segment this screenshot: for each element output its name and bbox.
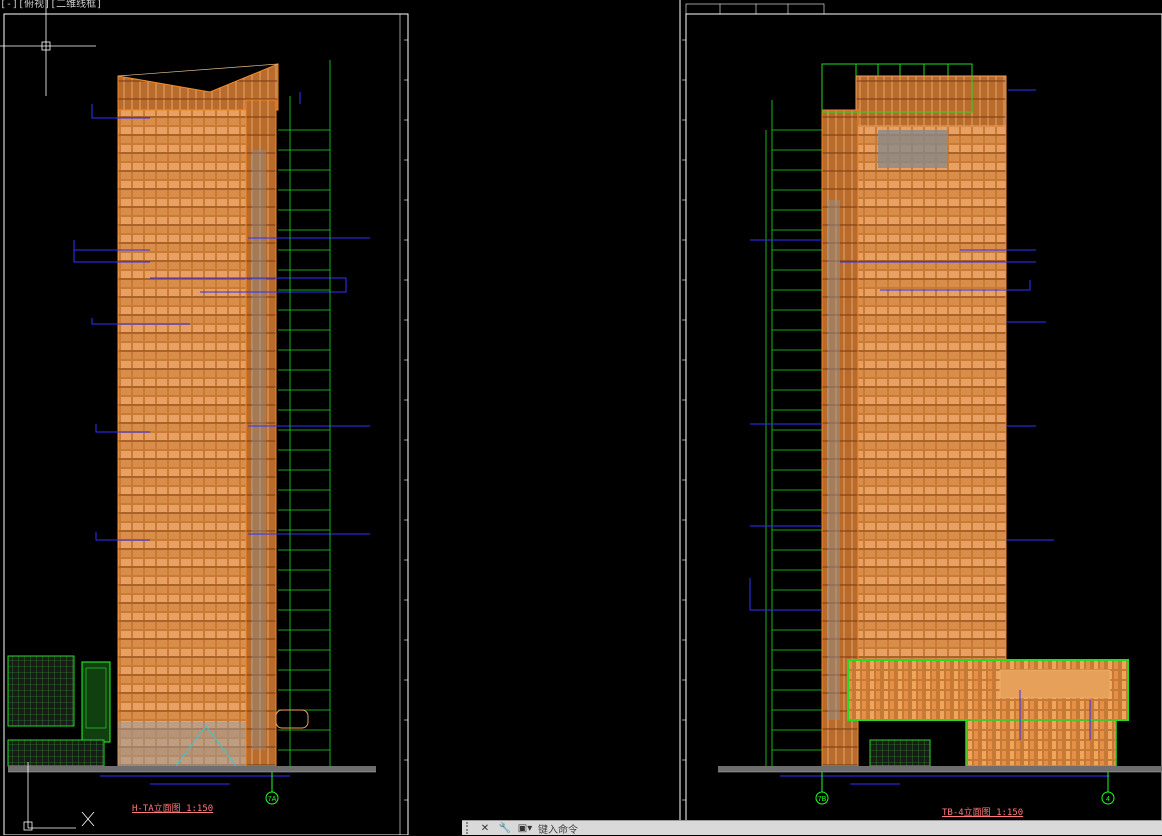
right-title-block: [685, 3, 825, 15]
command-prompt-icon[interactable]: ▣▾: [518, 822, 532, 835]
axis-bubble-7a-label: 7A: [268, 796, 277, 803]
axis-bubble-4-label: 4: [1106, 796, 1110, 803]
viewport-controls[interactable]: [-][俯视][二维线框]: [0, 0, 102, 10]
axis-bubble-7a: 7A: [265, 772, 279, 805]
right-elevation-title: TB-4立面图 1:150: [942, 808, 1024, 818]
axis-bubble-7b-label: 7B: [818, 796, 827, 803]
left-tower-elevation: [7, 60, 376, 785]
right-tower-elevation: [718, 63, 1162, 785]
command-input[interactable]: 键入命令: [538, 821, 578, 836]
cad-drawing-canvas[interactable]: 7A 7B 4: [0, 0, 1162, 835]
axis-bubble-4: 4: [1101, 772, 1115, 805]
command-line-bar: ✕ 🔧 ▣▾ 键入命令: [462, 820, 1162, 836]
axis-bubble-7b: 7B: [815, 772, 829, 805]
wrench-icon[interactable]: 🔧: [498, 822, 512, 835]
left-border-ticks: [404, 39, 408, 801]
left-elevation-title: H-TA立面图 1:150: [132, 804, 214, 814]
right-border-ticks: [682, 39, 686, 801]
close-icon[interactable]: ✕: [478, 822, 492, 835]
grip-handle[interactable]: [466, 822, 472, 834]
